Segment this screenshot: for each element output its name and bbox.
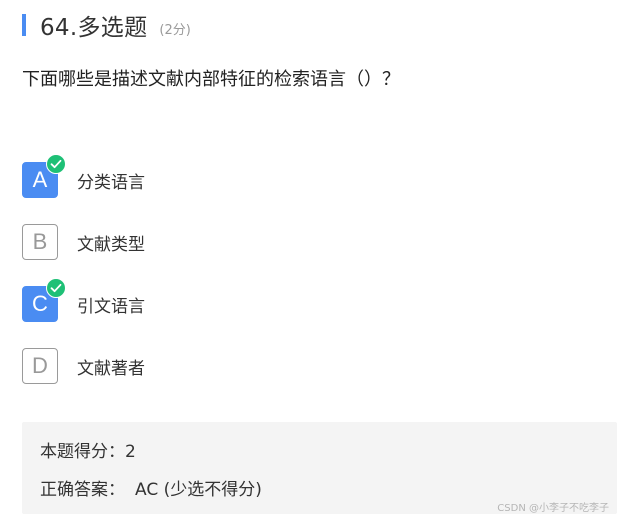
option-label: 文献著者 <box>77 358 145 379</box>
score-line: 本题得分：2 <box>40 437 136 462</box>
option-label: 分类语言 <box>77 172 145 193</box>
check-icon <box>46 154 66 174</box>
option-letter: A <box>32 167 48 192</box>
option-label: 文献类型 <box>77 234 145 255</box>
option-b[interactable]: B 文献类型 <box>22 223 145 261</box>
option-letter: B <box>32 229 48 254</box>
option-letter-box[interactable]: B <box>22 224 58 260</box>
option-letter: C <box>32 291 48 316</box>
score-value: 2 <box>125 442 136 462</box>
option-a[interactable]: A 分类语言 <box>22 154 145 199</box>
answer-line: 正确答案： AC (少选不得分) <box>40 475 262 500</box>
option-letter: D <box>32 353 48 378</box>
question-header: 64.多选题 (2分) <box>22 10 191 41</box>
answer-label: 正确答案： <box>40 480 125 500</box>
question-text: 下面哪些是描述文献内部特征的检索语言（）？ <box>22 69 400 90</box>
option-letter-box[interactable]: A <box>22 154 66 198</box>
option-c[interactable]: C 引文语言 <box>22 278 145 323</box>
option-label: 引文语言 <box>77 296 145 317</box>
question-score: (2分) <box>159 22 191 38</box>
question-title: 64.多选题 <box>40 15 148 41</box>
watermark: CSDN @小李子不吃李子 <box>497 503 609 514</box>
score-label: 本题得分： <box>40 442 125 462</box>
option-d[interactable]: D 文献著者 <box>22 347 145 385</box>
title-accent-bar <box>22 14 26 36</box>
check-icon <box>46 278 66 298</box>
answer-value: AC (少选不得分) <box>135 480 262 500</box>
option-letter-box[interactable]: D <box>22 348 58 384</box>
option-letter-box[interactable]: C <box>22 278 66 322</box>
